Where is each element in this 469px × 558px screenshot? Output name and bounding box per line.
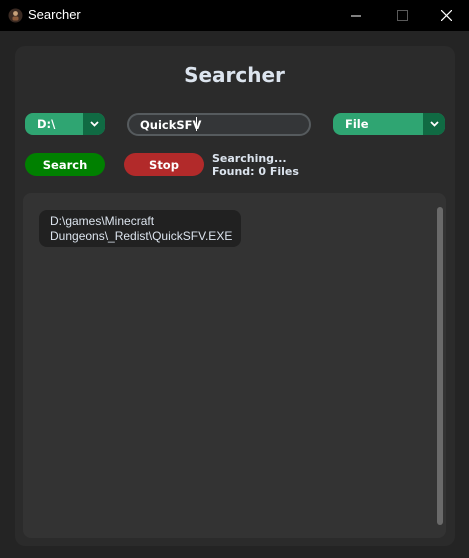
app-window: Searcher Searcher D:\ QuickSFV File Sear… bbox=[0, 0, 469, 558]
chevron-down-icon bbox=[429, 121, 439, 127]
scrollbar-thumb[interactable] bbox=[437, 207, 443, 525]
searcher-app-icon bbox=[8, 8, 23, 23]
type-select-dropdown-button[interactable] bbox=[423, 113, 445, 135]
stop-button[interactable]: Stop bbox=[124, 153, 204, 176]
search-input[interactable] bbox=[127, 113, 311, 136]
search-status: Searching... bbox=[212, 152, 287, 165]
page-title: Searcher bbox=[184, 63, 285, 87]
drive-select[interactable]: D:\ bbox=[25, 113, 105, 135]
result-path-line-2: Dungeons\_Redist\QuickSFV.EXE bbox=[50, 229, 233, 243]
minimize-icon bbox=[351, 15, 361, 16]
close-icon bbox=[440, 10, 452, 21]
title-bar[interactable]: Searcher bbox=[0, 0, 469, 31]
found-count: Found: 0 Files bbox=[212, 165, 299, 178]
drive-select-dropdown-button[interactable] bbox=[83, 113, 105, 135]
drive-select-value: D:\ bbox=[37, 117, 56, 131]
type-select-value: File bbox=[345, 117, 369, 131]
result-path-line-1: D:\games\Minecraft bbox=[50, 214, 155, 228]
type-select[interactable]: File bbox=[333, 113, 445, 135]
maximize-icon bbox=[396, 10, 408, 21]
result-item[interactable]: D:\games\Minecraft Dungeons\_Redist\Quic… bbox=[39, 210, 241, 247]
text-caret bbox=[196, 117, 197, 131]
window-title: Searcher bbox=[28, 7, 81, 22]
minimize-button[interactable] bbox=[333, 0, 379, 31]
search-button[interactable]: Search bbox=[25, 153, 105, 176]
close-button[interactable] bbox=[423, 0, 469, 31]
maximize-button[interactable] bbox=[379, 0, 425, 31]
results-scrollbar[interactable] bbox=[437, 205, 445, 525]
chevron-down-icon bbox=[89, 121, 99, 127]
